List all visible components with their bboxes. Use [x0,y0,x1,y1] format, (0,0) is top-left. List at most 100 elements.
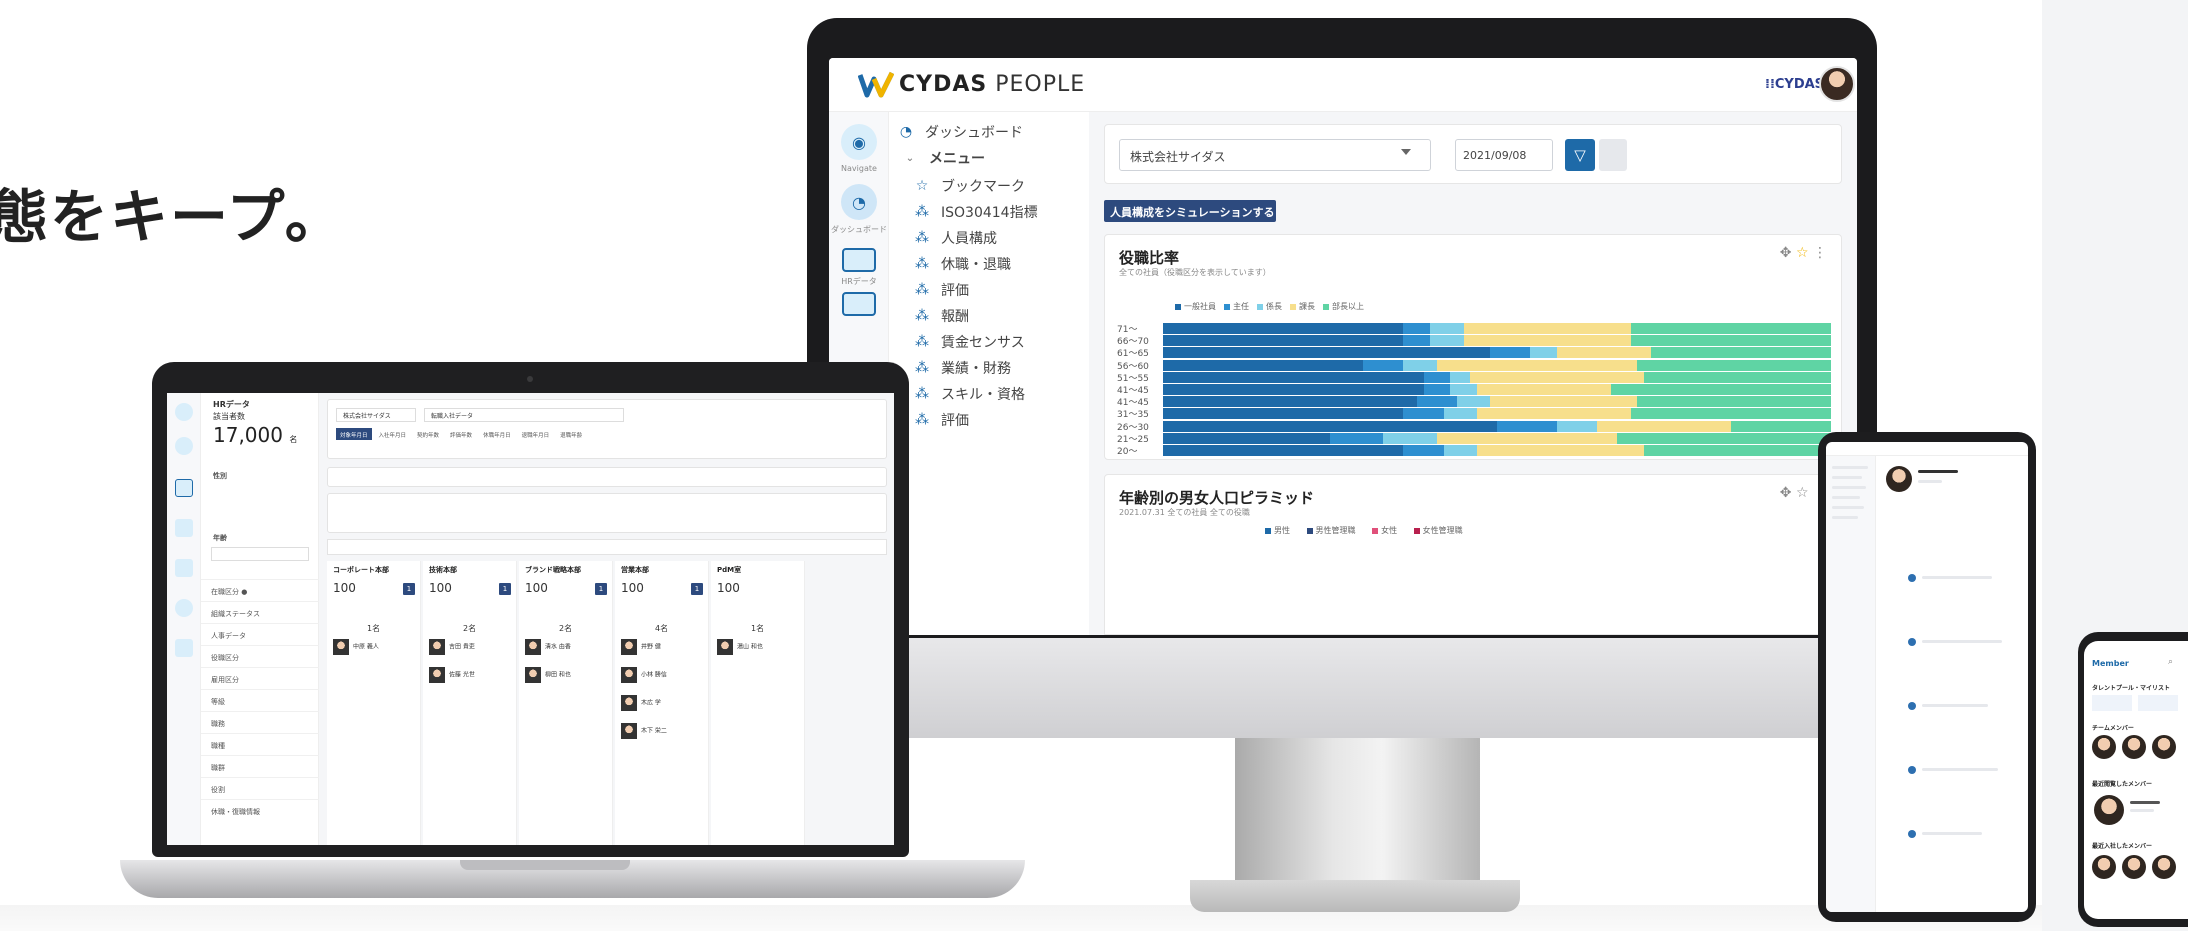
bar-segment[interactable] [1436,432,1618,444]
bar-segment[interactable] [1403,408,1444,420]
bar-segment[interactable] [1443,408,1477,420]
list-item[interactable]: 等級 [201,689,319,711]
bar-segment[interactable] [1436,359,1638,371]
tab[interactable]: 休職年月日 [479,428,515,440]
hr-data-icon[interactable] [175,479,193,497]
laptop-search-row[interactable] [327,467,887,487]
nav-item-wage-census[interactable]: ⁂ 賃金センサス [911,328,1111,356]
list-item[interactable]: 役職区分 [201,645,319,667]
bar-segment[interactable] [1530,347,1558,359]
bar-segment[interactable] [1617,432,1831,444]
bar-segment[interactable] [1637,359,1831,371]
bar-segment[interactable] [1430,335,1464,347]
list-item[interactable]: 人事データ [201,623,319,645]
my-list-card[interactable] [2138,695,2178,711]
bar-segment[interactable] [1497,420,1558,432]
nav-item-bookmark[interactable]: ☆ ブックマーク [911,172,1111,200]
bar-segment[interactable] [1450,371,1471,383]
bar-segment[interactable] [1557,347,1651,359]
bar-segment[interactable] [1463,323,1631,334]
person-card[interactable]: 佐藤 光世 [429,667,509,687]
data-source-select[interactable]: 転職入社データ [424,408,624,422]
person-card[interactable]: 湯山 和也 [717,639,797,659]
bar-segment[interactable] [1490,396,1638,408]
kebab-menu-icon[interactable]: ⋮ [1813,245,1827,261]
bar-segment[interactable] [1476,384,1611,395]
bar-segment[interactable] [1637,396,1831,408]
avatar[interactable] [2094,795,2124,825]
report-icon[interactable] [175,639,193,657]
move-icon[interactable]: ✥ [1780,245,1792,261]
bar-segment[interactable] [1163,420,1497,432]
chart-icon[interactable] [175,559,193,577]
table-icon[interactable] [175,519,193,537]
compass-icon[interactable] [175,403,193,421]
company-select[interactable]: 株式会社サイダス [1119,139,1431,171]
bar-segment[interactable] [1443,445,1477,456]
member-search-input[interactable] [327,539,887,555]
tab[interactable]: 契約年数 [413,428,443,440]
nav-item-composition[interactable]: ⁂ 人員構成 [911,224,1111,252]
avatar[interactable] [2152,735,2176,759]
list-item[interactable]: 休職・復職情報 [201,799,319,821]
avatar[interactable] [2152,855,2176,879]
nav-menu-header[interactable]: ⌄ メニュー [899,144,1099,172]
avatar[interactable] [2092,855,2116,879]
bar-segment[interactable] [1430,323,1464,334]
nav-item-leave[interactable]: ⁂ 休職・退職 [911,250,1111,278]
bar-segment[interactable] [1456,396,1491,408]
bar-segment[interactable] [1383,432,1437,444]
person-card[interactable]: 中原 義人 [333,639,413,659]
filter-button[interactable]: ▽ [1565,139,1595,171]
compass-icon[interactable]: ◉ [841,124,877,160]
bar-segment[interactable] [1403,359,1437,371]
person-card[interactable]: 木下 栄二 [621,723,701,743]
nav-item-evaluation-2[interactable]: ⁂ 評価 [911,406,1111,434]
nav-item-performance[interactable]: ⁂ 業績・財務 [911,354,1111,382]
person-card[interactable]: 木広 学 [621,695,701,715]
avatar[interactable] [2092,735,2116,759]
more-button[interactable] [1599,139,1627,171]
bar-segment[interactable] [1490,347,1531,359]
move-icon[interactable]: ✥ [1780,485,1792,501]
bar-segment[interactable] [1630,408,1831,420]
star-icon[interactable]: ☆ [1796,245,1809,261]
bar-segment[interactable] [1450,384,1477,395]
nav-item-compensation[interactable]: ⁂ 報酬 [911,302,1111,330]
settings-icon[interactable] [175,599,193,617]
bar-segment[interactable] [1416,396,1457,408]
star-icon[interactable]: ☆ [1796,485,1809,501]
nav-item-evaluation[interactable]: ⁂ 評価 [911,276,1111,304]
simulate-button[interactable]: 人員構成をシミュレーションする [1104,200,1276,222]
bar-segment[interactable] [1423,371,1451,383]
bar-segment[interactable] [1163,384,1424,395]
bar-segment[interactable] [1403,323,1431,334]
person-card[interactable]: 井野 健 [621,639,701,659]
avatar[interactable] [2122,735,2146,759]
bar-segment[interactable] [1630,323,1831,334]
person-card[interactable]: 柳田 和也 [525,667,605,687]
bar-segment[interactable] [1610,384,1831,395]
nav-item-skills[interactable]: ⁂ スキル・資格 [911,380,1111,408]
bar-segment[interactable] [1643,445,1831,456]
age-range-input[interactable] [211,547,309,561]
tab[interactable]: 評価年数 [446,428,476,440]
bar-segment[interactable] [1476,408,1631,420]
talent-pool-card[interactable] [2092,695,2132,711]
bar-segment[interactable] [1163,335,1404,347]
bar-segment[interactable] [1650,347,1831,359]
person-card[interactable]: 吉田 貴吏 [429,639,509,659]
dashboard-icon[interactable]: ◔ [841,184,877,220]
bar-segment[interactable] [1476,445,1644,456]
list-item[interactable]: 職種 [201,733,319,755]
tab[interactable]: 対象年月日 [336,428,372,440]
bar-segment[interactable] [1163,323,1404,334]
bar-segment[interactable] [1163,347,1491,359]
list-item[interactable]: 在職区分 ● [201,579,319,601]
dashboard-icon[interactable] [175,437,193,455]
bar-segment[interactable] [1630,335,1831,347]
bar-segment[interactable] [1423,384,1451,395]
bar-segment[interactable] [1163,445,1404,456]
bar-segment[interactable] [1163,371,1424,383]
bar-segment[interactable] [1403,445,1444,456]
